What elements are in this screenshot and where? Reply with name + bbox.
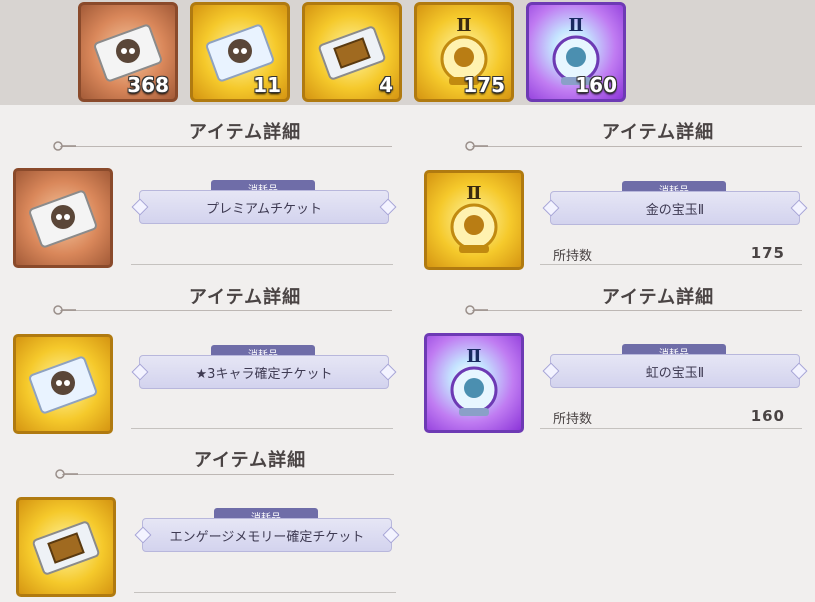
- inventory-premium-ticket[interactable]: 368: [78, 2, 178, 102]
- panel-underline: [131, 428, 393, 429]
- item-icon-star3-ticket: [13, 334, 113, 434]
- orb-numeral: Ⅱ: [466, 183, 481, 204]
- title-divider: [472, 146, 802, 147]
- item-icon-premium-ticket: [13, 168, 113, 268]
- owned-value: 175: [750, 244, 785, 262]
- inventory-strip: 368 11 4 Ⅱ 175 Ⅱ 160: [0, 0, 815, 105]
- item-icon-gold-orb: Ⅱ: [424, 170, 524, 270]
- item-name-plate: 虹の宝玉Ⅱ: [550, 354, 800, 388]
- orb-numeral: Ⅱ: [568, 15, 583, 36]
- divider-ornament-icon: [465, 305, 488, 315]
- inventory-gold-orb[interactable]: Ⅱ 175: [414, 2, 514, 102]
- item-name-plate: プレミアムチケット: [139, 190, 389, 224]
- item-icon-engage-memory-ticket: [16, 497, 116, 597]
- divider-ornament-icon: [53, 305, 76, 315]
- divider-ornament-icon: [53, 141, 76, 151]
- title-divider: [60, 310, 392, 311]
- panel-title: アイテム詳細: [188, 122, 302, 143]
- star3-ticket-icon: [29, 356, 97, 414]
- owned-label: 所持数: [553, 249, 593, 264]
- owned-value: 160: [750, 407, 785, 425]
- title-divider: [472, 310, 802, 311]
- engage-memory-ticket-icon: [32, 521, 100, 575]
- gold-orb-icon: Ⅱ: [450, 183, 498, 253]
- title-divider: [60, 146, 392, 147]
- orb-numeral: Ⅱ: [456, 15, 471, 36]
- inventory-star3-ticket[interactable]: 11: [190, 2, 290, 102]
- inventory-count: 175: [463, 73, 505, 97]
- title-divider: [62, 474, 394, 475]
- owned-label: 所持数: [553, 412, 593, 427]
- inventory-count: 160: [575, 73, 617, 97]
- inventory-rainbow-orb[interactable]: Ⅱ 160: [526, 2, 626, 102]
- inventory-count: 11: [253, 73, 281, 97]
- panel-title: アイテム詳細: [193, 450, 307, 471]
- divider-ornament-icon: [465, 141, 488, 151]
- item-name-plate: ★3キャラ確定チケット: [139, 355, 389, 389]
- panel-underline: [540, 264, 802, 265]
- panel-title: アイテム詳細: [601, 122, 715, 143]
- item-name-plate: 金の宝玉Ⅱ: [550, 191, 800, 225]
- item-icon-rainbow-orb: Ⅱ: [424, 333, 524, 433]
- orb-numeral: Ⅱ: [466, 346, 481, 367]
- inventory-count: 4: [379, 73, 393, 97]
- rainbow-orb-icon: Ⅱ: [450, 346, 498, 416]
- item-name-plate: エンゲージメモリー確定チケット: [142, 518, 392, 552]
- inventory-count: 368: [127, 73, 169, 97]
- panel-underline: [131, 264, 393, 265]
- inventory-engage-memory-ticket[interactable]: 4: [302, 2, 402, 102]
- premium-ticket-icon: [29, 190, 97, 248]
- panel-underline: [540, 428, 802, 429]
- divider-ornament-icon: [55, 469, 78, 479]
- panel-title: アイテム詳細: [601, 287, 715, 308]
- panel-title: アイテム詳細: [188, 287, 302, 308]
- panel-underline: [134, 592, 396, 593]
